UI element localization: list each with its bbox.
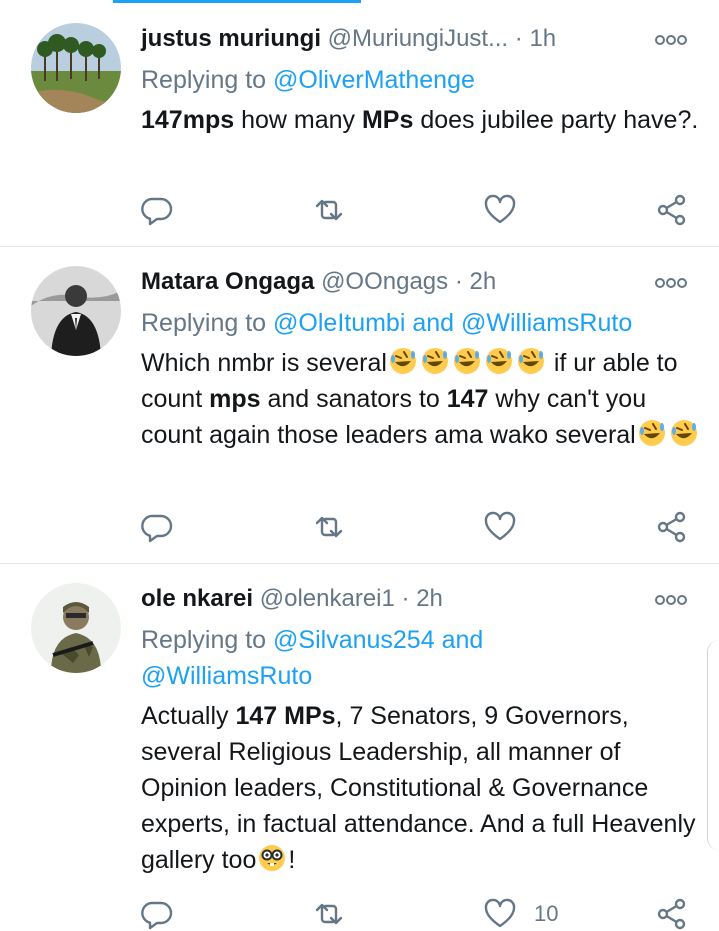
bold-text: MPs — [361, 106, 414, 134]
landscape-avatar-icon — [31, 23, 121, 113]
share-icon[interactable] — [655, 897, 689, 931]
bold-text: 147 MPs — [235, 702, 336, 730]
separator-dot: · — [454, 268, 463, 295]
replying-to-label: Replying to — [141, 626, 267, 654]
author-name[interactable]: justus muriungi — [141, 25, 321, 52]
retweet-icon[interactable] — [312, 897, 346, 931]
retweet-icon[interactable] — [312, 193, 346, 227]
reply-icon[interactable] — [140, 510, 174, 544]
text-segment: does jubilee party have?. — [413, 106, 699, 134]
rofl-emoji-icon — [669, 418, 699, 448]
like-icon[interactable] — [483, 193, 517, 227]
bold-text: mps — [209, 385, 261, 413]
more-icon[interactable] — [654, 33, 688, 47]
rofl-emoji-icon — [388, 346, 418, 376]
text-segment: ! — [288, 846, 296, 874]
divider — [0, 246, 719, 247]
bold-text: 147 — [446, 385, 489, 413]
nerd-emoji-icon — [257, 843, 287, 873]
rofl-emoji-icon — [484, 346, 514, 376]
more-icon[interactable] — [654, 276, 688, 290]
tweet-header: justus muriungi @MuriungiJust... · 1h — [141, 24, 556, 54]
active-tab-indicator — [113, 0, 361, 3]
replying-to: Replying to @Silvanus254 and @WilliamsRu… — [141, 622, 701, 694]
floating-panel-edge — [707, 640, 719, 850]
author-name[interactable]: Matara Ongaga — [141, 268, 314, 295]
rofl-emoji-icon — [516, 346, 546, 376]
avatar[interactable] — [31, 23, 121, 113]
tweet-actions: 10 — [0, 897, 719, 931]
tweet-header: ole nkarei @olenkarei1 · 2h — [141, 584, 443, 614]
text-segment: and sanators to — [260, 385, 447, 413]
replying-to: Replying to @OliverMathenge — [141, 62, 701, 98]
tweet-actions — [0, 193, 719, 227]
separator-dot: · — [401, 585, 410, 612]
author-handle[interactable]: @olenkarei1 — [260, 585, 395, 612]
share-icon[interactable] — [655, 510, 689, 544]
like-count: 10 — [534, 901, 559, 926]
soldier-avatar-icon — [31, 583, 121, 673]
text-segment: Which nmbr is several — [141, 349, 387, 377]
tweet-text: Actually 147 MPs, 7 Senators, 9 Governor… — [141, 698, 701, 878]
divider — [0, 563, 719, 564]
avatar[interactable] — [31, 266, 121, 356]
text-segment: how many — [234, 106, 362, 134]
person-suit-avatar-icon — [31, 266, 121, 356]
more-icon[interactable] — [654, 593, 688, 607]
mention-link[interactable]: @OliverMathenge — [273, 66, 475, 94]
author-handle[interactable]: @MuriungiJust... — [328, 25, 508, 52]
timestamp[interactable]: 2h — [470, 268, 497, 295]
mention-link[interactable]: @OleItumbi and @WilliamsRuto — [273, 309, 632, 337]
rofl-emoji-icon — [452, 346, 482, 376]
tweet-header: Matara Ongaga @OOngags · 2h — [141, 267, 496, 297]
replying-to: Replying to @OleItumbi and @WilliamsRuto — [141, 305, 701, 341]
tweet-actions — [0, 510, 719, 544]
mention-link[interactable]: @WilliamsRuto — [141, 662, 312, 690]
timestamp[interactable]: 2h — [416, 585, 443, 612]
rofl-emoji-icon — [420, 346, 450, 376]
share-icon[interactable] — [655, 193, 689, 227]
author-name[interactable]: ole nkarei — [141, 585, 253, 612]
like-icon[interactable] — [483, 510, 517, 544]
tweet-text: 147mps how many MPs does jubilee party h… — [141, 102, 701, 138]
rofl-emoji-icon — [637, 418, 667, 448]
tweet-text: Which nmbr is several if ur able to coun… — [141, 345, 701, 453]
like-icon[interactable] — [483, 897, 517, 931]
avatar[interactable] — [31, 583, 121, 673]
replying-to-label: Replying to — [141, 309, 267, 337]
reply-icon[interactable] — [140, 897, 174, 931]
reply-icon[interactable] — [140, 193, 174, 227]
mention-and[interactable]: and — [435, 626, 484, 654]
mention-link[interactable]: @Silvanus254 — [273, 626, 435, 654]
retweet-icon[interactable] — [312, 510, 346, 544]
timestamp[interactable]: 1h — [529, 25, 556, 52]
bold-text: 147mps — [141, 106, 235, 134]
text-segment: Actually — [141, 702, 236, 730]
separator-dot: · — [514, 25, 523, 52]
author-handle[interactable]: @OOngags — [321, 268, 448, 295]
replying-to-label: Replying to — [141, 66, 267, 94]
